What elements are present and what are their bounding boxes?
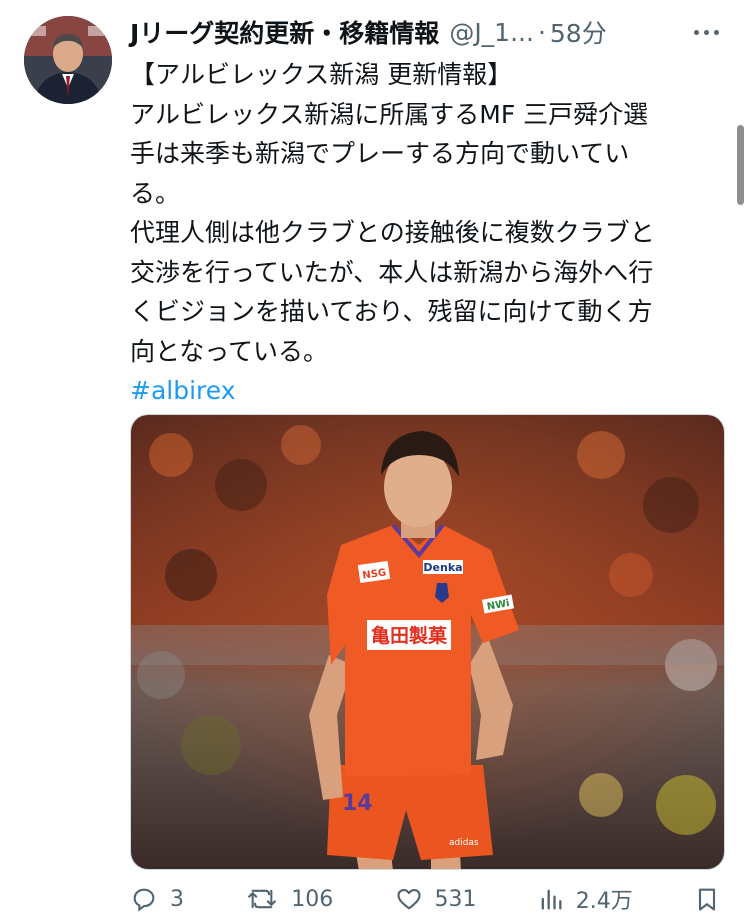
shorts-brand: adidas: [449, 838, 479, 848]
retweet-count: 106: [291, 886, 334, 912]
tweet-line: アルビレックス新潟に所属するMF 三戸舜介選: [130, 99, 649, 129]
retweet-button[interactable]: 106: [245, 885, 333, 913]
retweet-icon: [248, 889, 277, 909]
hashtag-link[interactable]: #albirex: [130, 371, 726, 411]
like-button[interactable]: 531: [395, 885, 477, 913]
soccer-player-photo: NSG Denka 亀田製菓 NWi 14 adidas: [131, 415, 724, 869]
heart-icon: [396, 888, 421, 910]
tweet-timestamp[interactable]: 58分: [550, 14, 607, 50]
more-options-button[interactable]: [686, 16, 726, 48]
tweet-photo[interactable]: NSG Denka 亀田製菓 NWi 14 adidas: [130, 414, 725, 870]
more-dot: [693, 29, 699, 35]
tweet-line: 代理人側は他クラブとの接触後に複数クラブと: [130, 218, 655, 247]
sponsor-denka: Denka: [423, 561, 462, 574]
tweet-line: る。: [130, 178, 181, 208]
view-count: 2.4万: [575, 889, 633, 914]
tweet-line: 交渉を行っていたが、本人は新潟から海外へ行: [130, 257, 654, 287]
author-avatar[interactable]: [24, 16, 112, 104]
author-handle[interactable]: @J_1...: [449, 18, 534, 47]
shorts-number: 14: [342, 791, 373, 816]
avatar-image: [24, 16, 112, 104]
more-dot: [713, 29, 719, 35]
reply-button[interactable]: 3: [130, 885, 184, 913]
tweet-line: 手は来季も新潟でプレーする方向で動いてい: [130, 139, 630, 168]
separator-dot: ·: [537, 17, 546, 47]
bookmark-button[interactable]: [694, 885, 720, 913]
reply-icon: [133, 888, 155, 912]
tweet-line: 向となっている。: [130, 336, 329, 366]
analytics-icon: [541, 889, 562, 910]
tweet-line: くビジョンを描いており、残留に向けて動く方: [130, 297, 653, 326]
tweet-line: 【アルビレックス新潟 更新情報】: [130, 60, 513, 89]
tweet-text: 【アルビレックス新潟 更新情報】 アルビレックス新潟に所属するMF 三戸舜介選 …: [130, 55, 726, 411]
author-name[interactable]: Jリーグ契約更新・移籍情報: [130, 14, 439, 50]
sponsor-kameda: 亀田製菓: [371, 624, 448, 647]
bookmark-icon: [698, 888, 716, 911]
scrollbar[interactable]: [737, 125, 744, 205]
tweet-actions: 3 106 531 2.4万: [130, 884, 720, 914]
like-count: 531: [434, 886, 477, 912]
reply-count: 3: [170, 886, 184, 912]
views-button[interactable]: 2.4万: [538, 883, 633, 915]
tweet-header: Jリーグ契約更新・移籍情報 @J_1... · 58分: [130, 14, 730, 50]
more-dot: [703, 29, 709, 35]
